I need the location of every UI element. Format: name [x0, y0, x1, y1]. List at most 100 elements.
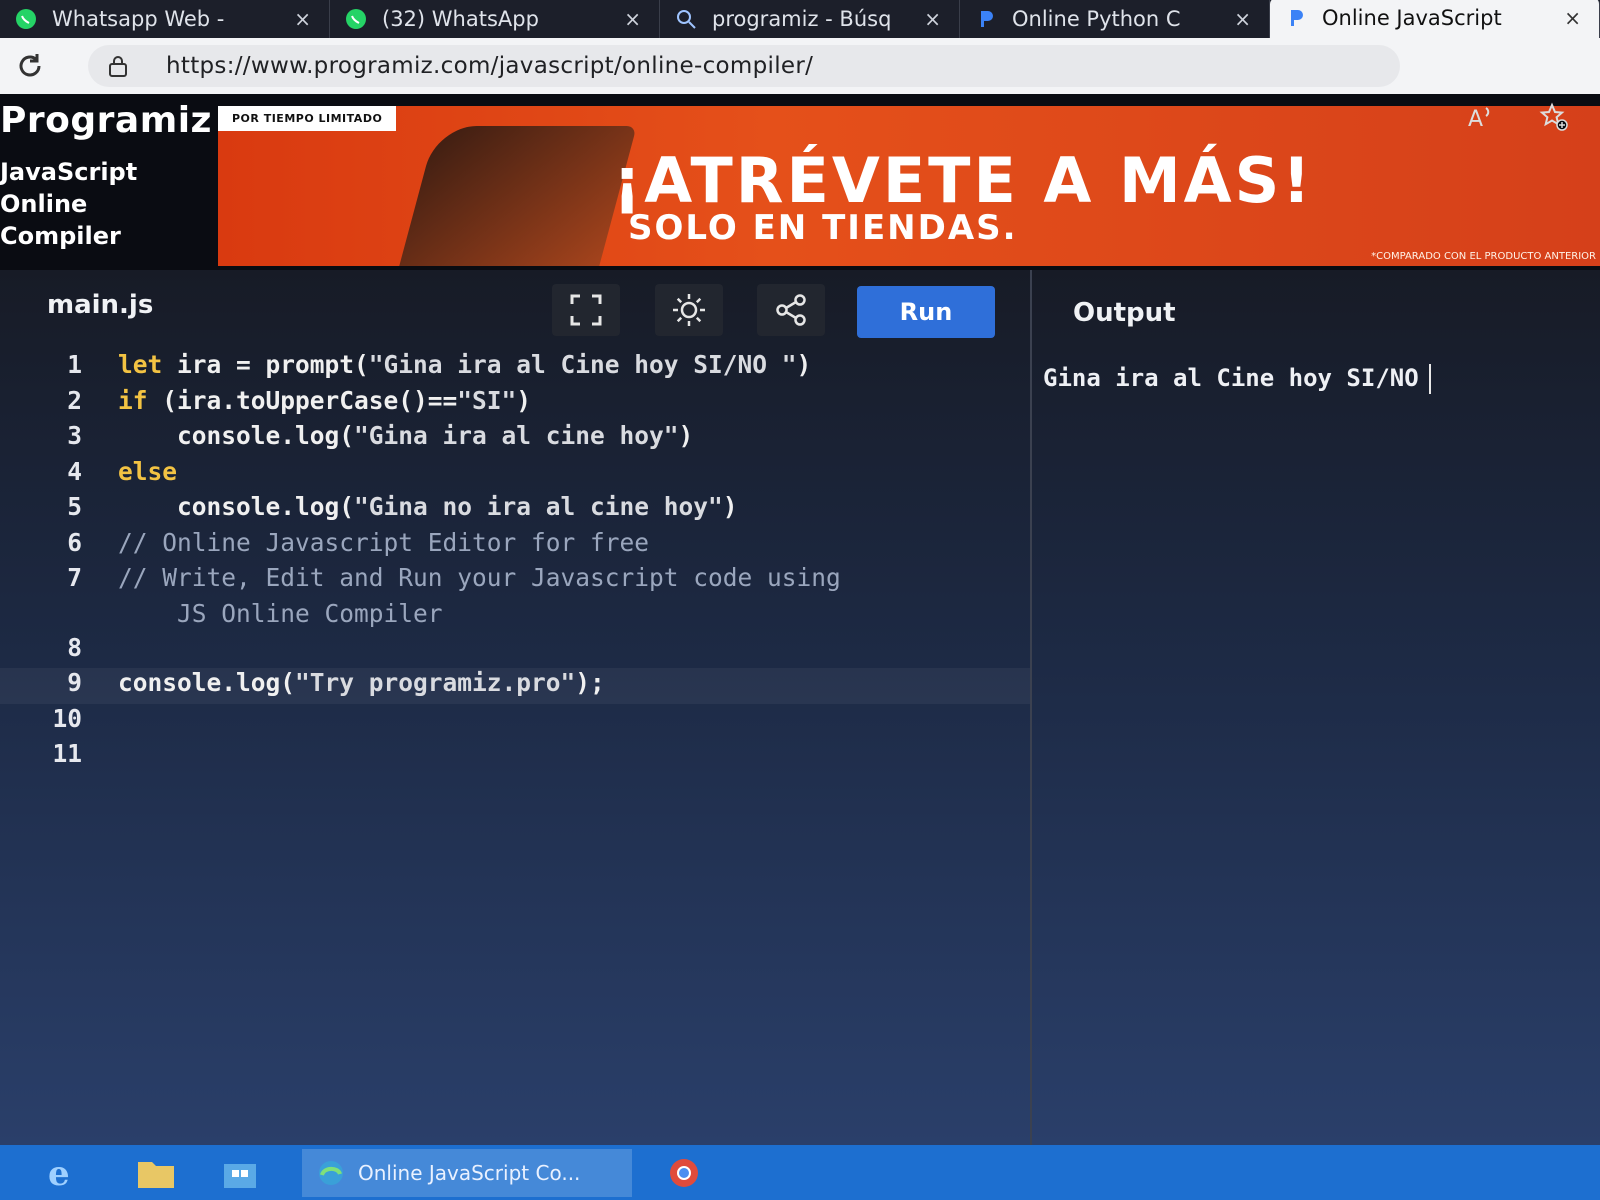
close-icon[interactable]: × — [608, 7, 641, 31]
line-number: 10 — [52, 703, 82, 733]
code-line[interactable]: 11 — [0, 739, 1030, 775]
reload-icon[interactable] — [0, 38, 60, 94]
banner-tag: POR TIEMPO LIMITADO — [218, 106, 397, 131]
programiz-icon — [1284, 6, 1308, 30]
close-icon[interactable]: × — [1218, 7, 1251, 31]
tab-title: Online JavaScript — [1322, 6, 1502, 30]
code-token: ) — [678, 421, 694, 450]
code-token: if — [118, 385, 163, 415]
line-source: // Write, Edit and Run your Javascript c… — [118, 563, 841, 592]
code-token: // Online Javascript Editor for free — [118, 527, 650, 557]
line-source: console.log("Try programiz.pro"); — [118, 668, 605, 697]
svg-text:e: e — [48, 1154, 70, 1193]
programiz-logo[interactable]: Programiz — [0, 100, 212, 141]
subtitle-line: JavaScript — [0, 158, 138, 186]
close-icon[interactable]: × — [908, 7, 941, 31]
tab-title: Whatsapp Web - — [52, 7, 225, 31]
line-source: console.log("Gina ira al cine hoy") — [118, 421, 693, 450]
taskbar-edge-window[interactable]: Online JavaScript Co... — [302, 1148, 632, 1197]
browser-tab[interactable]: programiz - Búsq × — [660, 0, 960, 38]
code-token: "SI" — [457, 385, 517, 415]
code-line[interactable]: 8 — [0, 633, 1030, 669]
code-line[interactable]: 10 — [0, 704, 1030, 740]
code-token: ira = prompt( — [177, 350, 369, 379]
line-source: let ira = prompt("Gina ira al Cine hoy S… — [118, 350, 811, 379]
code-line[interactable]: 3 console.log("Gina ira al cine hoy") — [0, 421, 1030, 457]
store-icon[interactable] — [208, 1145, 272, 1200]
folder-icon[interactable] — [124, 1145, 188, 1200]
code-token: ) — [516, 385, 532, 415]
theme-toggle-button[interactable] — [655, 284, 723, 336]
line-number: 8 — [67, 632, 82, 662]
code-token: // Write, Edit and Run your Javascript c… — [118, 563, 841, 592]
line-number: 1 — [67, 350, 82, 379]
run-button[interactable]: Run — [857, 286, 995, 338]
browser-tab[interactable]: Online JavaScript × — [1270, 0, 1600, 38]
browser-tab[interactable]: Whatsapp Web - × — [0, 0, 330, 38]
code-token: else — [118, 456, 178, 486]
output-console[interactable]: Gina ira al Cine hoy SI/NO — [1043, 364, 1431, 394]
fullscreen-button[interactable] — [552, 284, 620, 336]
compiler-workspace: main.js Run 1 let ira = prompt("Gina ira … — [0, 270, 1600, 1145]
favorite-icon[interactable] — [1536, 100, 1570, 134]
browser-tab[interactable]: Online Python C × — [960, 0, 1270, 38]
code-token: ); — [575, 668, 605, 697]
line-number: 5 — [67, 492, 82, 521]
line-number: 3 — [67, 421, 82, 450]
code-editor[interactable]: 1 let ira = prompt("Gina ira al Cine hoy … — [0, 350, 1030, 775]
code-line[interactable]: 4 else — [0, 457, 1030, 493]
chrome-icon[interactable] — [652, 1145, 716, 1200]
code-token: (ira.toUpperCase()== — [162, 385, 458, 415]
share-button[interactable] — [757, 284, 825, 336]
line-source: else — [118, 457, 177, 486]
url-field[interactable]: https://www.programiz.com/javascript/onl… — [88, 45, 1400, 87]
close-icon[interactable]: × — [278, 7, 311, 31]
banner-image — [399, 126, 637, 266]
line-source: JS Online Compiler — [118, 599, 443, 628]
line-source: console.log("Gina no ira al cine hoy") — [118, 492, 738, 521]
code-line[interactable]: 6 // Online Javascript Editor for free — [0, 528, 1030, 564]
whatsapp-icon — [14, 7, 38, 31]
banner-subline: SOLO EN TIENDAS. — [628, 208, 1018, 248]
banner-headline: ¡ATRÉVETE A MÁS! — [613, 144, 1314, 217]
code-token: "Gina ira al Cine hoy SI/NO " — [368, 350, 797, 379]
lock-icon[interactable] — [106, 54, 130, 78]
close-icon[interactable]: × — [1548, 6, 1581, 30]
code-line[interactable]: JS Online Compiler — [0, 599, 1030, 633]
browser-tab[interactable]: (32) WhatsApp × — [330, 0, 660, 38]
programiz-icon — [974, 7, 998, 31]
address-bar: https://www.programiz.com/javascript/onl… — [0, 38, 1600, 94]
sun-icon — [673, 294, 705, 326]
ad-banner[interactable]: POR TIEMPO LIMITADO ¡ATRÉVETE A MÁS! SOL… — [218, 106, 1600, 266]
browser-tab-bar: Whatsapp Web - × (32) WhatsApp × programiz -… — [0, 0, 1600, 38]
read-aloud-icon[interactable]: A — [1464, 100, 1498, 134]
line-source: if (ira.toUpperCase()=="SI") — [118, 386, 531, 415]
file-tab-main-js[interactable]: main.js — [47, 290, 153, 320]
code-line[interactable]: 1 let ira = prompt("Gina ira al Cine hoy … — [0, 350, 1030, 386]
code-token: ) — [722, 492, 738, 521]
code-line[interactable]: 5 console.log("Gina no ira al cine hoy") — [0, 492, 1030, 528]
taskbar: e Online JavaScript Co... — [0, 1145, 1600, 1200]
subtitle-line: Online — [0, 190, 88, 218]
code-line[interactable]: 9 console.log("Try programiz.pro"); — [0, 668, 1030, 704]
page-subtitle: JavaScript Online Compiler — [0, 156, 137, 252]
url-text: https://www.programiz.com/javascript/onl… — [166, 53, 814, 79]
tab-title: programiz - Búsq — [712, 7, 892, 31]
line-number: 11 — [52, 739, 82, 768]
panel-divider[interactable] — [1030, 270, 1032, 1145]
ie-icon[interactable]: e — [30, 1145, 94, 1200]
code-line[interactable]: 2 if (ira.toUpperCase()=="SI") — [0, 386, 1030, 422]
line-number: 4 — [67, 456, 82, 486]
fullscreen-icon — [570, 294, 602, 326]
code-line[interactable]: 7 // Write, Edit and Run your Javascript … — [0, 563, 1030, 599]
tab-title: Online Python C — [1012, 7, 1181, 31]
line-number: 2 — [67, 385, 82, 415]
whatsapp-icon — [344, 7, 368, 31]
taskbar-app-label: Online JavaScript Co... — [358, 1160, 581, 1185]
code-token: console.log( — [118, 492, 355, 521]
tab-title: (32) WhatsApp — [382, 7, 539, 31]
share-icon — [776, 294, 806, 326]
banner-fineprint: *COMPARADO CON EL PRODUCTO ANTERIOR — [1371, 251, 1596, 262]
edge-icon — [319, 1160, 343, 1185]
code-token: "Try programiz.pro" — [295, 668, 576, 697]
